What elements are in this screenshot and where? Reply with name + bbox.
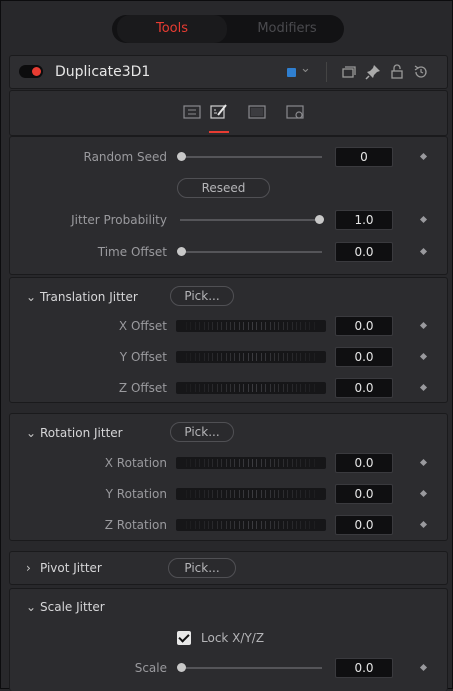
lock-xyz-label: Lock X/Y/Z	[201, 631, 265, 645]
rotation-jitter-header[interactable]: ⌄ Rotation Jitter	[26, 426, 123, 440]
chevron-down-icon[interactable]: ⌄	[300, 61, 311, 76]
translation-jitter-title: Translation Jitter	[40, 290, 138, 304]
active-tab-indicator	[209, 131, 229, 133]
x-offset-keyframe-icon[interactable]	[419, 321, 428, 330]
scale-track[interactable]	[180, 667, 322, 669]
x-rotation-input[interactable]: 0.0	[335, 453, 393, 473]
settings-tab-icon[interactable]	[285, 103, 305, 121]
y-offset-thumbwheel[interactable]	[176, 351, 326, 363]
pivot-jitter-panel: › Pivot Jitter Pick...	[9, 551, 448, 585]
jitter-tab-icon[interactable]	[209, 103, 229, 121]
translation-jitter-panel: ⌄ Translation Jitter Pick... X Offset 0.0…	[9, 277, 448, 403]
jitter-probability-keyframe-icon[interactable]	[419, 215, 428, 224]
z-offset-thumbwheel[interactable]	[176, 382, 326, 394]
reset-icon[interactable]	[412, 63, 430, 81]
controls-tab-icon[interactable]	[182, 103, 202, 121]
rotation-jitter-title: Rotation Jitter	[40, 426, 123, 440]
pivot-jitter-title: Pivot Jitter	[40, 561, 102, 575]
x-offset-thumbwheel[interactable]	[176, 320, 326, 332]
scale-jitter-title: Scale Jitter	[40, 600, 105, 614]
z-rotation-label: Z Rotation	[104, 518, 167, 532]
random-seed-handle[interactable]	[177, 152, 186, 161]
y-rotation-label: Y Rotation	[105, 487, 167, 501]
color-swatch[interactable]	[287, 68, 296, 77]
random-seed-track[interactable]	[180, 156, 322, 158]
jitter-probability-track[interactable]	[180, 219, 322, 221]
pivot-jitter-header[interactable]: › Pivot Jitter	[26, 561, 102, 575]
material-tab-icon[interactable]	[247, 103, 267, 121]
y-rotation-thumbwheel[interactable]	[176, 488, 326, 500]
pivot-pick-button[interactable]: Pick...	[168, 558, 236, 578]
chevron-down-icon: ⌄	[26, 426, 37, 440]
scale-input[interactable]: 0.0	[335, 658, 393, 678]
time-offset-track[interactable]	[180, 251, 322, 253]
random-seed-label: Random Seed	[83, 150, 168, 164]
random-seed-keyframe-icon[interactable]	[419, 152, 428, 161]
z-rotation-thumbwheel[interactable]	[176, 519, 326, 531]
chevron-down-icon: ⌄	[26, 290, 37, 304]
time-offset-input[interactable]: 0.0	[335, 242, 393, 262]
scale-keyframe-icon[interactable]	[419, 663, 428, 672]
x-rotation-label: X Rotation	[104, 456, 167, 470]
tool-title: Duplicate3D1	[55, 64, 151, 80]
tab-modifiers[interactable]: Modifiers	[232, 15, 342, 43]
time-offset-label: Time Offset	[97, 245, 167, 259]
chevron-right-icon: ›	[26, 561, 31, 575]
z-rotation-input[interactable]: 0.0	[335, 515, 393, 535]
time-offset-keyframe-icon[interactable]	[419, 247, 428, 256]
rotation-pick-button[interactable]: Pick...	[170, 422, 234, 442]
inspector-tabs	[9, 90, 448, 136]
y-rotation-keyframe-icon[interactable]	[419, 489, 428, 498]
z-offset-input[interactable]: 0.0	[335, 378, 393, 398]
y-offset-input[interactable]: 0.0	[335, 347, 393, 367]
top-bar: Tools Modifiers	[1, 1, 452, 53]
x-rotation-thumbwheel[interactable]	[176, 457, 326, 469]
z-offset-label: Z Offset	[118, 381, 167, 395]
x-offset-input[interactable]: 0.0	[335, 316, 393, 336]
z-offset-keyframe-icon[interactable]	[419, 383, 428, 392]
x-rotation-keyframe-icon[interactable]	[419, 458, 428, 467]
y-offset-label: Y Offset	[119, 350, 167, 364]
rotation-jitter-panel: ⌄ Rotation Jitter Pick... X Rotation 0.0 …	[9, 413, 448, 541]
scale-jitter-header[interactable]: ⌄ Scale Jitter	[26, 600, 105, 614]
scale-jitter-panel: ⌄ Scale Jitter Lock X/Y/Z Scale 0.0	[9, 588, 448, 691]
z-rotation-keyframe-icon[interactable]	[419, 520, 428, 529]
versions-icon[interactable]	[340, 63, 358, 81]
y-rotation-input[interactable]: 0.0	[335, 484, 393, 504]
x-offset-label: X Offset	[118, 319, 167, 333]
toggle-indicator	[32, 67, 41, 76]
random-seed-input[interactable]: 0	[335, 147, 393, 167]
chevron-down-icon: ⌄	[26, 600, 37, 614]
time-offset-handle[interactable]	[177, 247, 186, 256]
jitter-probability-input[interactable]: 1.0	[335, 210, 393, 230]
tool-header[interactable]: Duplicate3D1 ⌄	[9, 55, 448, 89]
header-divider	[326, 62, 327, 82]
scale-label: Scale	[134, 661, 167, 675]
jitter-controls-panel: Random Seed 0 Reseed Jitter Probability …	[9, 136, 448, 275]
translation-jitter-header[interactable]: ⌄ Translation Jitter	[26, 290, 138, 304]
enable-toggle[interactable]	[19, 65, 43, 78]
pin-icon[interactable]	[364, 63, 382, 81]
scale-handle[interactable]	[177, 663, 186, 672]
tab-tools[interactable]: Tools	[117, 15, 227, 43]
lock-icon[interactable]	[388, 63, 406, 81]
translation-pick-button[interactable]: Pick...	[170, 286, 234, 306]
jitter-probability-label: Jitter Probability	[71, 213, 167, 227]
jitter-probability-handle[interactable]	[315, 215, 324, 224]
y-offset-keyframe-icon[interactable]	[419, 352, 428, 361]
lock-xyz-checkbox[interactable]	[177, 631, 191, 645]
reseed-button[interactable]: Reseed	[177, 178, 270, 198]
mode-switch: Tools Modifiers	[112, 15, 344, 43]
inspector-window: Tools Modifiers Duplicate3D1 ⌄ Random Se…	[0, 0, 453, 691]
